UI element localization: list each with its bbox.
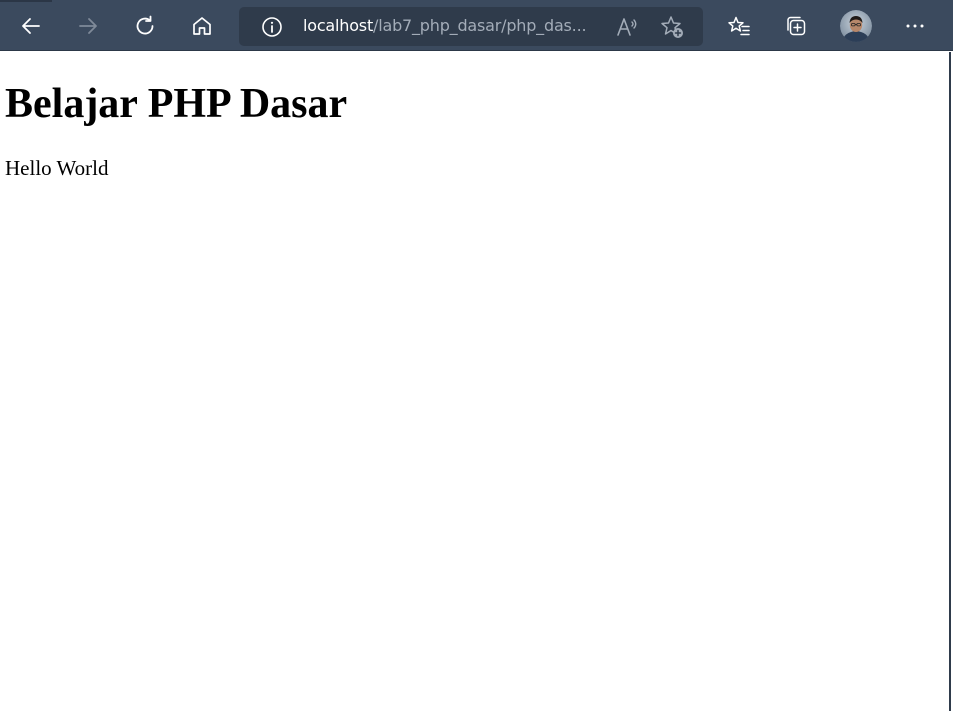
page-content: Belajar PHP Dasar Hello World [0,52,951,711]
forward-button[interactable] [70,8,106,44]
tab-indicator [0,0,52,2]
url-path: /lab7_php_dasar/php_das... [373,16,587,35]
refresh-icon [136,15,154,35]
home-button[interactable] [184,8,220,44]
more-button[interactable] [897,8,933,44]
browser-toolbar: localhost/lab7_php_dasar/php_das... [0,0,953,51]
page-paragraph: Hello World [5,156,109,180]
star-add-icon[interactable] [659,14,685,40]
favorites-icon [728,16,750,36]
back-button[interactable] [13,8,49,44]
page-heading: Belajar PHP Dasar [5,81,348,127]
collections-button[interactable] [778,8,814,44]
info-icon[interactable] [261,16,283,38]
profile-avatar[interactable] [840,10,872,42]
url-host: localhost [303,16,374,35]
arrow-right-icon [79,18,97,34]
refresh-button[interactable] [127,8,163,44]
address-bar[interactable]: localhost/lab7_php_dasar/php_das... [239,7,703,46]
arrow-left-icon [22,18,40,34]
avatar [840,10,872,42]
collections-icon [787,16,806,36]
url-text[interactable]: localhost/lab7_php_dasar/php_das... [303,16,603,36]
favorites-button[interactable] [721,8,757,44]
read-aloud-icon[interactable] [615,15,639,39]
ellipsis-icon [906,24,924,28]
home-icon [193,17,211,35]
